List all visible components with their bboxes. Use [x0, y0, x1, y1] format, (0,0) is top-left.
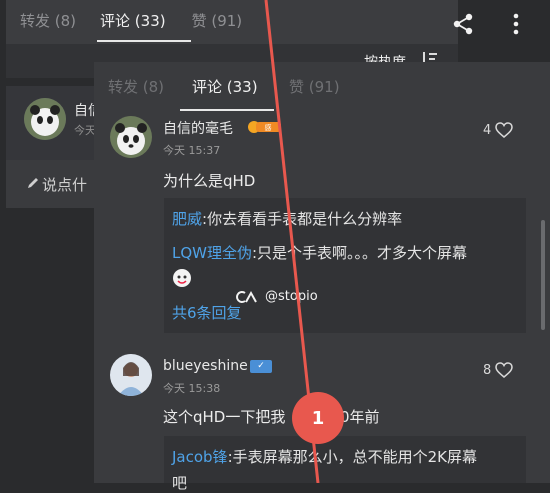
more-vertical-icon[interactable]: [509, 12, 523, 36]
watermark: @stopio: [233, 289, 318, 304]
scrollbar[interactable]: [541, 220, 545, 330]
comment-time: 今天 15:37: [163, 144, 221, 157]
view-more-replies[interactable]: 共6条回复: [172, 302, 242, 323]
like-count: 4: [483, 122, 492, 138]
touch-indicator: 1: [292, 392, 344, 444]
comment-text: 这个qHD一下把我: [163, 408, 286, 426]
reply-box[interactable]: Jacob锋:手表屏幕那么小，总不能用个2K屏幕 吧: [164, 436, 526, 492]
comment-text: 为什么是qHD: [163, 172, 256, 190]
comment-time: 今天 15:38: [163, 382, 221, 395]
stopio-logo-icon: [236, 290, 257, 303]
like-button[interactable]: 8: [483, 362, 514, 378]
verified-badge-icon: ✓: [250, 360, 272, 373]
back-tab-reposts[interactable]: 转发 (8): [20, 10, 76, 31]
reply-item: LQW理全伪:只是个手表啊。。。才多大个屏幕: [172, 242, 467, 263]
back-tab-comments[interactable]: 评论 (33): [100, 10, 166, 31]
vip-badge-icon: 感: [248, 121, 281, 133]
front-tab-likes[interactable]: 赞 (91): [289, 76, 340, 97]
watermark-text: @stopio: [265, 289, 318, 304]
reply-item: 肥威:你去看看手表都是什么分辨率: [172, 208, 402, 229]
reply-text: :你去看看手表都是什么分辨率: [202, 210, 403, 228]
comment-author-name[interactable]: blueyeshine: [163, 358, 248, 374]
share-icon[interactable]: [452, 12, 474, 36]
avatar[interactable]: [110, 354, 152, 396]
reply-text: :只是个手表啊。。。才多大个屏幕: [252, 244, 468, 262]
comment-input-placeholder: 说点什: [42, 176, 88, 194]
front-tab-indicator: [180, 109, 274, 111]
front-tab-bar: 转发 (8) 评论 (33) 赞 (91): [94, 62, 550, 110]
reply-text: :手表屏幕那么小，总不能用个2K屏幕: [227, 448, 477, 466]
front-tab-reposts[interactable]: 转发 (8): [108, 76, 164, 97]
heart-icon: [495, 122, 514, 138]
reply-author[interactable]: 肥威: [172, 210, 202, 228]
avatar[interactable]: [24, 98, 66, 140]
avatar[interactable]: [110, 116, 152, 158]
sticker-emoji-icon: [173, 269, 191, 287]
reply-author[interactable]: LQW理全伪: [172, 244, 252, 262]
like-button[interactable]: 4: [483, 122, 514, 138]
reply-author[interactable]: Jacob锋: [172, 448, 228, 466]
pen-icon: [28, 178, 38, 188]
reply-box[interactable]: 肥威:你去看看手表都是什么分辨率 LQW理全伪:只是个手表啊。。。才多大个屏幕 …: [164, 198, 526, 333]
comment-author-name[interactable]: 自信的毫毛: [163, 118, 233, 138]
comment-time: 今天: [74, 124, 96, 137]
heart-icon: [495, 362, 514, 378]
svg-text:感: 感: [265, 123, 272, 132]
back-tab-likes[interactable]: 赞 (91): [192, 10, 243, 31]
front-tab-comments[interactable]: 评论 (33): [192, 76, 258, 97]
comment-input-bar[interactable]: 说点什: [6, 160, 96, 208]
like-count: 8: [483, 362, 492, 378]
back-tab-indicator: [97, 40, 191, 42]
reply-item: Jacob锋:手表屏幕那么小，总不能用个2K屏幕: [172, 446, 477, 467]
comment-text-tail: 0年前: [340, 408, 380, 426]
back-tab-bar: 转发 (8) 评论 (33) 赞 (91): [6, 0, 458, 40]
